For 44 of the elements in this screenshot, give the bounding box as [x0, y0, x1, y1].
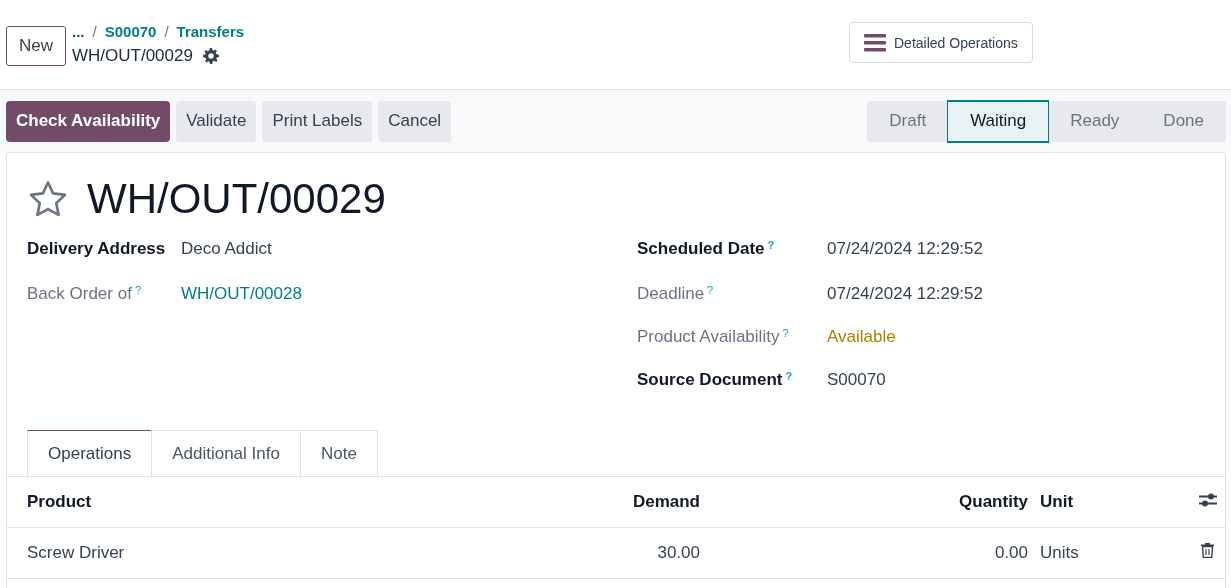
- detailed-operations-button[interactable]: Detailed Operations: [849, 22, 1033, 63]
- tab[interactable]: Note: [299, 430, 378, 476]
- breadcrumb-link[interactable]: ...: [72, 23, 85, 40]
- settings-icon[interactable]: [202, 48, 219, 64]
- field-value: Available: [827, 327, 896, 347]
- table-cell: Screw Driver: [27, 543, 125, 562]
- status-stage[interactable]: Waiting: [948, 100, 1049, 142]
- column-settings-icon[interactable]: [1198, 491, 1217, 508]
- column-header[interactable]: Product: [27, 492, 92, 511]
- action-button[interactable]: Check Availability: [6, 100, 171, 142]
- table-cell: 30.00: [657, 543, 700, 562]
- breadcrumb-separator: /: [164, 23, 169, 40]
- column-header[interactable]: Quantity: [959, 492, 1028, 511]
- field-label: Delivery Address: [27, 239, 167, 259]
- delete-icon[interactable]: [1201, 543, 1214, 558]
- field-value[interactable]: WH/OUT/00028: [181, 284, 302, 304]
- status-stage[interactable]: Draft: [867, 100, 949, 142]
- breadcrumb-link[interactable]: Transfers: [176, 23, 245, 40]
- field-value: 07/24/2024 12:29:52: [827, 284, 983, 304]
- record-name: WH/OUT/00029: [72, 46, 193, 66]
- field-label: Product Availability $^{?}$: [637, 327, 790, 347]
- column-header[interactable]: Demand: [632, 492, 700, 511]
- star-icon[interactable]: [27, 180, 69, 218]
- field-value: S00070: [827, 370, 886, 390]
- field-value: 07/24/2024 12:29:52: [827, 239, 983, 259]
- action-button[interactable]: Print Labels: [262, 100, 373, 142]
- breadcrumb-link[interactable]: S00070: [104, 23, 157, 40]
- field-label: Deadline $^{?}$: [637, 284, 715, 304]
- field-label: Back Order of $^{?}$: [27, 284, 142, 304]
- table-cell: Units: [1040, 543, 1079, 562]
- menu-icon: [864, 33, 886, 52]
- column-header[interactable]: Unit: [1040, 492, 1074, 511]
- new-button[interactable]: New: [6, 25, 66, 66]
- field-label: Scheduled Date $^{?}$: [637, 239, 776, 259]
- tab[interactable]: Operations: [27, 430, 153, 476]
- status-stage[interactable]: Done: [1141, 100, 1226, 142]
- status-stage[interactable]: Ready: [1048, 100, 1142, 142]
- action-button[interactable]: Validate: [176, 100, 257, 142]
- field-label: Source Document $^{?}$: [637, 370, 794, 390]
- table-cell: 0.00: [994, 543, 1028, 562]
- action-button[interactable]: Cancel: [378, 100, 452, 142]
- field-value: Deco Addict: [181, 239, 272, 259]
- record-title: WH/OUT/00029: [87, 175, 386, 223]
- breadcrumb-separator: /: [92, 23, 97, 40]
